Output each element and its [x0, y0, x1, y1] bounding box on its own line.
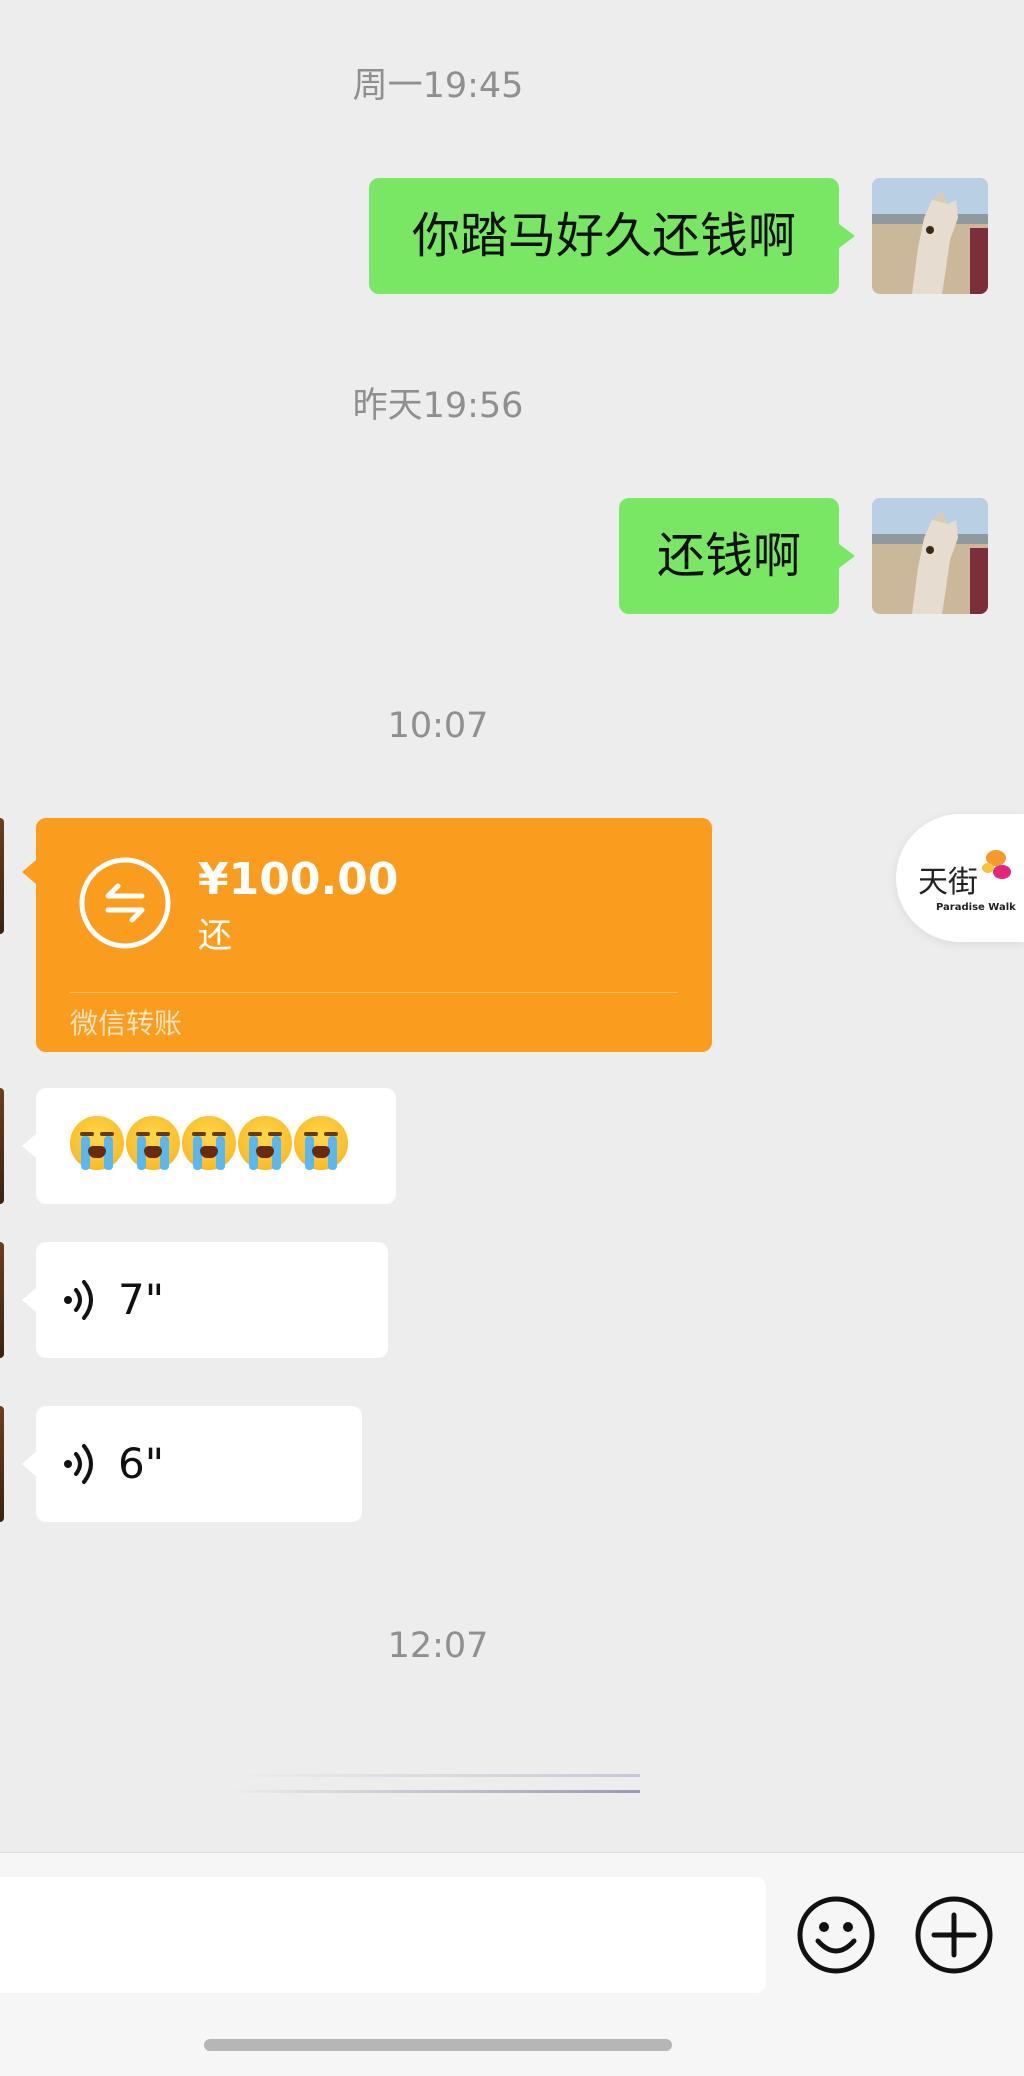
timestamp: 昨天19:56 — [352, 386, 524, 426]
loudly-crying-face-icon — [126, 1116, 180, 1170]
loudly-crying-face-icon — [182, 1116, 236, 1170]
transfer-note: 还 — [198, 916, 232, 956]
wechat-transfer-card[interactable]: ¥100.00 还 微信转账 — [22, 818, 712, 1052]
horse-avatar-image — [872, 498, 988, 614]
chat-input-bar — [0, 1852, 1024, 2076]
divider — [70, 992, 678, 993]
message-input[interactable] — [0, 1877, 766, 1993]
emoji-message-bubble[interactable] — [22, 1088, 396, 1204]
my-message-bubble[interactable]: 你踏马好久还钱啊 — [369, 178, 855, 294]
loudly-crying-face-icon — [294, 1116, 348, 1170]
voice-duration: 6" — [118, 1439, 165, 1488]
peer-avatar[interactable] — [0, 1406, 4, 1522]
transfer-arrows-icon — [79, 857, 171, 949]
peer-avatar[interactable] — [0, 818, 4, 934]
emoji-row — [70, 1116, 348, 1170]
timestamp: 周一19:45 — [352, 66, 524, 106]
scroll-indicator — [230, 1774, 640, 1777]
timestamp: 12:07 — [387, 1626, 489, 1666]
timestamp: 10:07 — [387, 706, 489, 746]
horse-avatar-image — [872, 178, 988, 294]
peer-avatar[interactable] — [0, 1242, 4, 1358]
voice-message-bubble[interactable]: 7" — [22, 1242, 388, 1358]
scroll-indicator — [230, 1790, 640, 1793]
loudly-crying-face-icon — [70, 1116, 124, 1170]
transfer-amount: ¥100.00 — [198, 854, 399, 905]
my-message-bubble[interactable]: 还钱啊 — [619, 498, 855, 614]
ad-brand-cn: 天街 — [918, 865, 978, 900]
voice-wave-icon — [64, 1280, 93, 1320]
plus-circle-icon[interactable] — [914, 1895, 994, 1975]
voice-wave-icon — [64, 1444, 93, 1484]
floating-ad-button[interactable]: 天街 Paradise Walk — [896, 814, 1024, 942]
message-text: 你踏马好久还钱啊 — [411, 208, 796, 264]
voice-message-bubble[interactable]: 6" — [22, 1406, 362, 1522]
voice-duration: 7" — [118, 1275, 165, 1324]
transfer-footer-label: 微信转账 — [70, 1007, 183, 1040]
ad-brand-en: Paradise Walk — [936, 902, 1016, 913]
my-avatar[interactable] — [872, 498, 988, 614]
message-text: 还钱啊 — [656, 528, 801, 584]
smiley-face-icon[interactable] — [796, 1895, 876, 1975]
loudly-crying-face-icon — [238, 1116, 292, 1170]
home-indicator[interactable] — [204, 2039, 672, 2051]
my-avatar[interactable] — [872, 178, 988, 294]
peer-avatar[interactable] — [0, 1088, 4, 1204]
